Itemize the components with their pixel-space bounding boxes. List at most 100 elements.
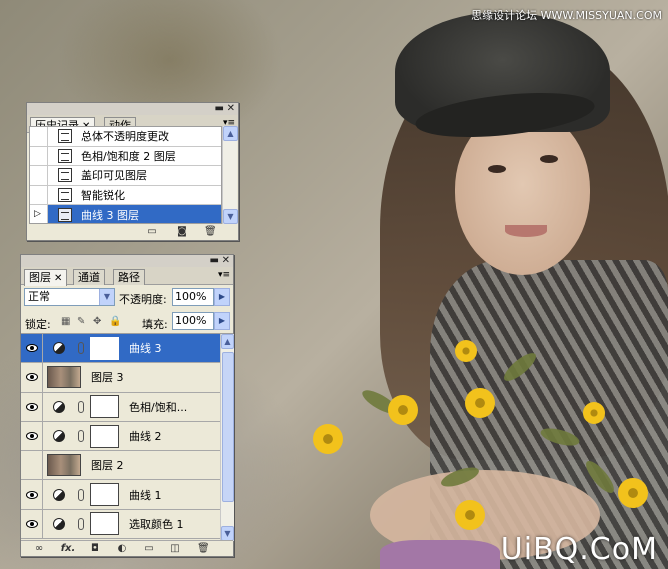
history-step[interactable]: 智能锐化 [30,185,221,206]
layer-mask-thumbnail[interactable] [90,424,119,448]
minimize-icon[interactable]: ▬ [210,255,219,266]
fill-input[interactable]: 100% [172,312,214,330]
eye-icon [25,373,38,382]
layer-name: 图层 3 [91,371,124,385]
layer-name: 曲线 3 [129,342,162,356]
tab-channels[interactable]: 通道 [73,269,105,285]
eye-icon [25,344,38,353]
history-step-selected[interactable]: ▷ 曲线 3 图层 [30,205,221,223]
tab-close-icon[interactable]: ✕ [54,273,62,284]
close-icon[interactable]: ✕ [227,103,235,114]
mask-link-icon[interactable] [78,488,84,501]
layer-row[interactable]: 曲线 1 [21,480,220,510]
snapshot-icon[interactable]: ◙ [176,226,188,237]
lock-all-icon[interactable]: 🔒 [109,316,121,327]
history-step[interactable]: 总体不透明度更改 [30,127,221,147]
history-source-cell[interactable]: ▷ [30,205,48,223]
watermark-top: 思缘设计论坛 WWW.MISSYUAN.COM [471,7,662,23]
mask-link-icon[interactable] [78,430,84,443]
layer-visibility-toggle[interactable] [21,480,43,509]
history-state-icon [58,148,72,163]
mask-link-icon[interactable] [78,517,84,530]
lock-position-move-icon[interactable]: ✥ [93,316,101,327]
photo-eye-left [488,165,506,173]
layers-list: 曲线 3 图层 3 色相/饱和... 曲线 2 图层 2 曲线 1 选取颜色 1 [21,334,220,541]
lock-image-brush-icon[interactable]: ✎ [77,316,85,327]
new-document-icon[interactable]: ▭ [146,226,158,237]
layer-visibility-toggle[interactable] [21,363,43,392]
layer-mask-thumbnail[interactable] [90,512,119,536]
layer-row[interactable]: 曲线 2 [21,421,220,452]
layer-row-selected[interactable]: 曲线 3 [21,334,220,364]
panel-menu-icon[interactable]: ▾≡ [218,270,230,280]
layer-row[interactable]: 图层 2 [21,451,220,481]
lock-row: 锁定: ▦ ✎ ✥ 🔒 填充: 100% ▶ [21,309,233,334]
layer-visibility-toggle[interactable] [21,334,43,363]
eye-icon [25,402,38,411]
tab-layers[interactable]: 图层 ✕ [24,269,68,286]
history-panel: ▬ ✕ 历史记录✕ 动作 ▾≡ 总体不透明度更改 色相/饱和度 2 图层 盖印可… [26,102,239,241]
watermark-top-text: 思缘设计论坛 [471,9,538,22]
tab-layers-label: 图层 [29,271,51,284]
adjustment-layer-icon [53,488,65,501]
history-step[interactable]: 色相/饱和度 2 图层 [30,146,221,167]
new-layer-icon[interactable]: ◫ [169,543,181,554]
history-source-cell[interactable] [30,185,48,205]
layer-row[interactable]: 图层 3 [21,363,220,393]
mask-link-icon[interactable] [78,400,84,413]
layer-row[interactable]: 色相/饱和... [21,392,220,422]
blend-mode-value: 正常 [28,290,50,303]
scroll-up-icon[interactable]: ▲ [223,126,238,141]
fill-slider-button[interactable]: ▶ [214,312,230,330]
tab-paths[interactable]: 路径 [113,269,145,285]
layer-visibility-toggle[interactable] [21,451,43,480]
adjustment-layer-icon [53,517,65,530]
chevron-down-icon[interactable]: ▼ [99,289,114,305]
fx-icon[interactable]: fx. [59,543,77,554]
scroll-up-icon[interactable]: ▲ [221,334,234,349]
adjustment-layer-icon[interactable]: ◐ [116,543,128,554]
opacity-input[interactable]: 100% [172,288,214,306]
photo-flower [455,500,485,530]
layer-name: 图层 2 [91,459,124,473]
layer-mask-thumbnail[interactable] [90,336,119,360]
close-icon[interactable]: ✕ [222,255,230,266]
history-source-cell[interactable] [30,127,48,146]
history-scrollbar[interactable]: ▲ ▼ [222,126,238,224]
lock-transparent-icon[interactable]: ▦ [61,316,70,327]
layers-panel-titlebar[interactable]: ▬ ✕ [21,255,233,267]
layers-panel-tabs: 图层 ✕ 通道 路径 ▾≡ [21,267,233,286]
history-step[interactable]: 盖印可见图层 [30,166,221,186]
scroll-down-icon[interactable]: ▼ [221,526,234,541]
link-icon[interactable]: ∞ [33,543,45,554]
opacity-label: 不透明度: [119,293,167,306]
layer-thumbnail[interactable] [47,366,81,389]
layer-visibility-toggle[interactable] [21,421,43,451]
trash-icon[interactable]: 🗑 [197,543,210,554]
trash-icon[interactable]: 🗑 [204,226,217,237]
adjustment-layer-icon [53,342,65,355]
history-source-cell[interactable] [30,166,48,185]
layers-panel: ▬ ✕ 图层 ✕ 通道 路径 ▾≡ 正常 ▼ 不透明度: 100% ▶ 锁定: ▦… [20,254,234,557]
opacity-slider-button[interactable]: ▶ [214,288,230,306]
scroll-down-icon[interactable]: ▼ [223,209,238,224]
history-source-cell[interactable] [30,146,48,166]
history-source-marker-icon: ▷ [34,209,41,220]
photo-flower [313,424,343,454]
blend-mode-select[interactable]: 正常 ▼ [24,288,115,306]
layer-mask-thumbnail[interactable] [90,395,119,419]
add-mask-icon[interactable]: ◘ [89,543,101,554]
minimize-icon[interactable]: ▬ [215,103,224,114]
layer-visibility-toggle[interactable] [21,392,43,421]
layer-visibility-toggle[interactable] [21,509,43,539]
layer-mask-thumbnail[interactable] [90,483,119,507]
group-folder-icon[interactable]: ▭ [143,543,155,554]
history-panel-titlebar[interactable]: ▬ ✕ [27,103,238,115]
layer-row[interactable]: 选取颜色 1 [21,509,220,540]
mask-link-icon[interactable] [78,342,84,355]
history-step-label: 色相/饱和度 2 图层 [81,149,176,163]
scroll-thumb[interactable] [222,352,234,502]
layers-scrollbar[interactable]: ▲ ▼ [220,334,234,541]
layer-name: 曲线 1 [129,488,162,502]
layer-thumbnail[interactable] [47,454,81,477]
